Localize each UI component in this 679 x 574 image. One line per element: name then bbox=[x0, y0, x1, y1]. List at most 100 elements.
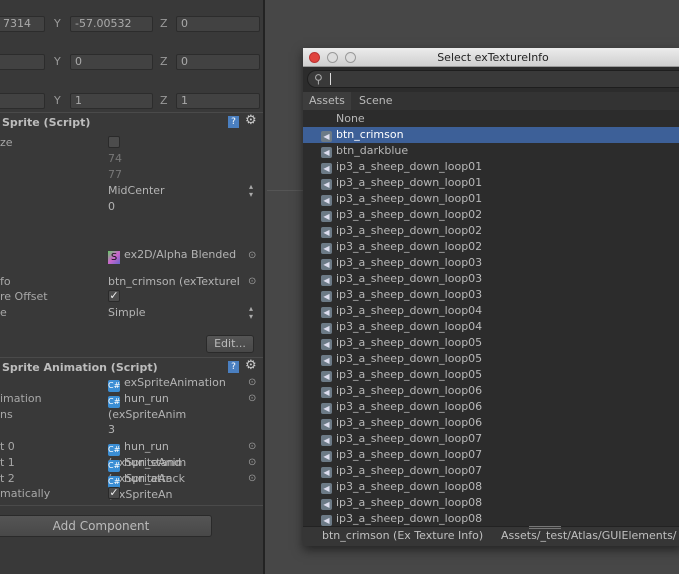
selected-name: btn_crimson (Ex Texture Info) bbox=[322, 529, 484, 542]
sprite-animation-header[interactable]: Sprite Animation (Script) bbox=[2, 361, 158, 375]
rotation-x-field[interactable] bbox=[0, 54, 45, 70]
list-item[interactable]: ◀ ip3_a_sheep_down_loop03 bbox=[303, 255, 679, 271]
scale-x-field[interactable] bbox=[0, 93, 45, 109]
script-name: exSpriteAnimation bbox=[124, 376, 226, 389]
offset-checkbox[interactable]: ✓ bbox=[108, 290, 120, 302]
minimize-button[interactable] bbox=[327, 52, 338, 63]
y-label: Y bbox=[54, 17, 61, 30]
list-item-label: ip3_a_sheep_down_loop01 bbox=[336, 176, 483, 189]
size-value[interactable]: 3 bbox=[108, 423, 115, 437]
list-item[interactable]: ◀ ip3_a_sheep_down_loop07 bbox=[303, 431, 679, 447]
size-checkbox[interactable] bbox=[108, 136, 120, 148]
texture-info-icon: ◀ bbox=[321, 323, 332, 334]
list-item[interactable]: ◀ ip3_a_sheep_down_loop04 bbox=[303, 303, 679, 319]
position-z-field[interactable]: 0 bbox=[176, 16, 260, 32]
list-item[interactable]: ◀ ip3_a_sheep_down_loop06 bbox=[303, 399, 679, 415]
asset-list: None ◀ btn_crimson ◀ btn_darkblue ◀ ip3_a_shee… bbox=[303, 111, 679, 526]
tab-assets[interactable]: Assets bbox=[303, 92, 351, 110]
list-item[interactable]: ◀ ip3_a_sheep_down_loop02 bbox=[303, 207, 679, 223]
list-item[interactable]: ◀ ip3_a_sheep_down_loop05 bbox=[303, 351, 679, 367]
close-button[interactable] bbox=[309, 52, 320, 63]
material-name: ex2D/Alpha Blended bbox=[124, 248, 237, 261]
list-item-label: ip3_a_sheep_down_loop04 bbox=[336, 320, 483, 333]
list-item-label: ip3_a_sheep_down_loop04 bbox=[336, 304, 483, 317]
tab-scene[interactable]: Scene bbox=[353, 92, 399, 110]
list-item[interactable]: ◀ btn_crimson bbox=[303, 127, 679, 143]
element-field[interactable]: C# hun_attack (exSpriteAn bbox=[108, 472, 248, 502]
help-icon[interactable]: ? bbox=[228, 116, 239, 128]
gear-icon[interactable]: ⚙ bbox=[245, 358, 257, 373]
list-item[interactable]: ◀ ip3_a_sheep_down_loop03 bbox=[303, 287, 679, 303]
list-item-label: ip3_a_sheep_down_loop01 bbox=[336, 192, 483, 205]
help-icon[interactable]: ? bbox=[228, 361, 239, 373]
z-label: Z bbox=[160, 17, 168, 30]
divider bbox=[0, 112, 263, 113]
list-item-label: ip3_a_sheep_down_loop05 bbox=[336, 336, 483, 349]
list-item[interactable]: ◀ ip3_a_sheep_down_loop04 bbox=[303, 319, 679, 335]
texture-info-icon: ◀ bbox=[321, 227, 332, 238]
list-item[interactable]: ◀ btn_darkblue bbox=[303, 143, 679, 159]
list-item[interactable]: ◀ ip3_a_sheep_down_loop08 bbox=[303, 495, 679, 511]
object-picker-icon[interactable]: ⊙ bbox=[248, 249, 256, 263]
object-picker-icon[interactable]: ⊙ bbox=[248, 392, 256, 406]
position-x-field[interactable]: 7314 bbox=[0, 16, 45, 32]
object-picker-icon[interactable]: ⊙ bbox=[248, 456, 256, 470]
list-item[interactable]: ◀ ip3_a_sheep_down_loop08 bbox=[303, 479, 679, 495]
object-picker-icon[interactable]: ⊙ bbox=[248, 440, 256, 454]
rotation-y-field[interactable]: 0 bbox=[70, 54, 153, 70]
list-item[interactable]: ◀ ip3_a_sheep_down_loop05 bbox=[303, 335, 679, 351]
element-label: t 2 bbox=[0, 472, 15, 485]
default-anim-field[interactable]: C# hun_run (exSpriteAnim bbox=[108, 392, 248, 422]
texture-info-icon: ◀ bbox=[321, 163, 332, 174]
type-label: e bbox=[0, 306, 7, 319]
list-item[interactable]: ◀ ip3_a_sheep_down_loop03 bbox=[303, 271, 679, 287]
type-dropdown[interactable]: Simple bbox=[108, 306, 146, 320]
list-item[interactable]: ◀ ip3_a_sheep_down_loop01 bbox=[303, 175, 679, 191]
list-item[interactable]: None bbox=[303, 111, 679, 127]
edit-button[interactable]: Edit... bbox=[206, 335, 254, 353]
sprite-component-header[interactable]: Sprite (Script) bbox=[2, 116, 90, 130]
script-field[interactable]: C# exSpriteAnimation bbox=[108, 376, 226, 392]
list-item[interactable]: ◀ ip3_a_sheep_down_loop01 bbox=[303, 191, 679, 207]
list-item[interactable]: ◀ ip3_a_sheep_down_loop01 bbox=[303, 159, 679, 175]
object-picker-icon[interactable]: ⊙ bbox=[248, 376, 256, 390]
position-y-field[interactable]: -57.00532 bbox=[70, 16, 153, 32]
list-item[interactable]: ◀ ip3_a_sheep_down_loop05 bbox=[303, 367, 679, 383]
list-item-label: ip3_a_sheep_down_loop02 bbox=[336, 240, 483, 253]
object-picker-icon[interactable]: ⊙ bbox=[248, 275, 256, 289]
object-picker-icon[interactable]: ⊙ bbox=[248, 472, 256, 486]
anchor-dropdown[interactable]: MidCenter bbox=[108, 184, 165, 198]
list-item[interactable]: ◀ ip3_a_sheep_down_loop02 bbox=[303, 223, 679, 239]
texture-info-icon: ◀ bbox=[321, 387, 332, 398]
list-item-label: ip3_a_sheep_down_loop06 bbox=[336, 416, 483, 429]
zoom-button[interactable] bbox=[345, 52, 356, 63]
auto-play-label: matically bbox=[0, 487, 51, 500]
list-item[interactable]: ◀ ip3_a_sheep_down_loop08 bbox=[303, 511, 679, 527]
texture-info-label: fo bbox=[0, 275, 11, 288]
title-bar[interactable]: Select exTextureInfo bbox=[303, 48, 679, 67]
texture-info-field[interactable]: btn_crimson (exTextureI bbox=[108, 275, 240, 289]
add-component-button[interactable]: Add Component bbox=[0, 515, 212, 537]
element-label: t 1 bbox=[0, 456, 15, 469]
z-label: Z bbox=[160, 94, 168, 107]
divider bbox=[0, 357, 263, 358]
selected-path: Assets/_test/Atlas/GUIElements/ bbox=[501, 529, 677, 542]
gear-icon[interactable]: ⚙ bbox=[245, 113, 257, 128]
material-field[interactable]: Sex2D/Alpha Blended bbox=[108, 248, 236, 264]
list-item[interactable]: ◀ ip3_a_sheep_down_loop07 bbox=[303, 447, 679, 463]
list-item-label: btn_crimson bbox=[336, 128, 404, 141]
list-item[interactable]: ◀ ip3_a_sheep_down_loop02 bbox=[303, 239, 679, 255]
csharp-icon: C# bbox=[108, 460, 121, 472]
list-item[interactable]: ◀ ip3_a_sheep_down_loop07 bbox=[303, 463, 679, 479]
list-item[interactable]: ◀ ip3_a_sheep_down_loop06 bbox=[303, 415, 679, 431]
scale-z-field[interactable]: 1 bbox=[176, 93, 260, 109]
list-item[interactable]: ◀ ip3_a_sheep_down_loop06 bbox=[303, 383, 679, 399]
auto-play-checkbox[interactable]: ✓ bbox=[108, 487, 120, 499]
csharp-icon: C# bbox=[108, 380, 121, 392]
rotation-z-field[interactable]: 0 bbox=[176, 54, 260, 70]
list-item-label: ip3_a_sheep_down_loop01 bbox=[336, 160, 483, 173]
inspector-panel: 7314 Y -57.00532 Z 0 Y 0 Z 0 Y 1 Z 1 Spr… bbox=[0, 0, 265, 574]
search-input[interactable]: ⚲ bbox=[307, 70, 679, 88]
csharp-icon: C# bbox=[108, 396, 121, 408]
scale-y-field[interactable]: 1 bbox=[70, 93, 153, 109]
